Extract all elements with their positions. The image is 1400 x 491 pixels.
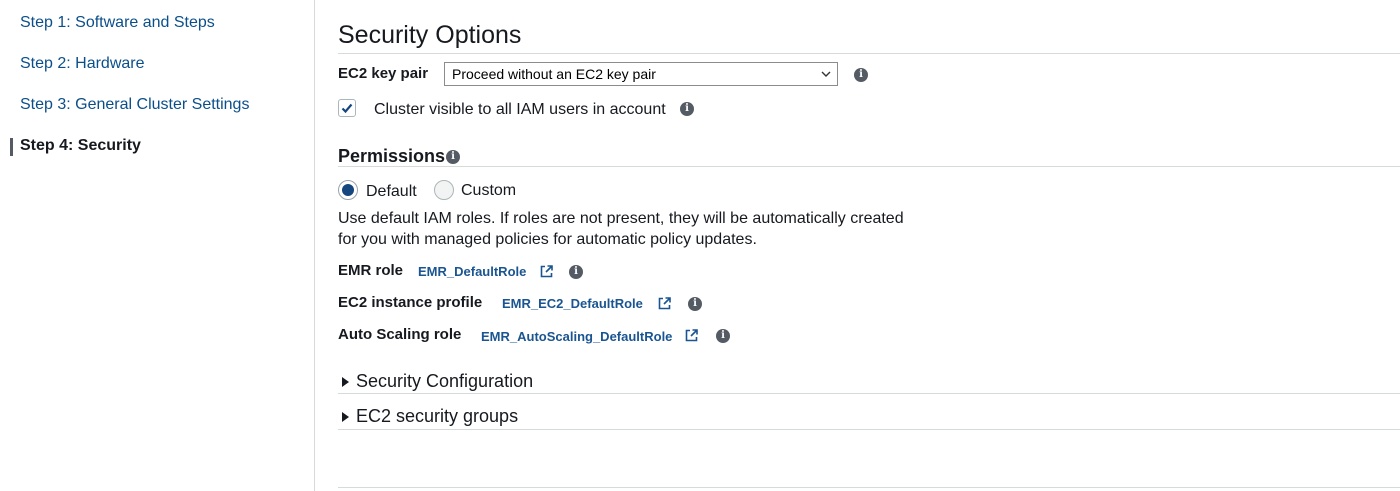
auto-scaling-role-label: Auto Scaling role	[338, 326, 462, 343]
permissions-custom-label[interactable]: Custom	[461, 182, 516, 200]
info-icon[interactable]: i	[569, 265, 583, 279]
external-link-icon[interactable]	[539, 264, 554, 279]
ec2-instance-profile-label: EC2 instance profile	[338, 294, 483, 311]
sidebar-step-software-and-steps[interactable]: Step 1: Software and Steps	[20, 14, 215, 32]
divider	[338, 166, 1400, 167]
security-configuration-expander[interactable]: Security Configuration	[338, 371, 738, 395]
emr-role-link[interactable]: EMR_DefaultRole	[418, 264, 526, 279]
divider	[338, 53, 1400, 54]
permissions-default-radio[interactable]	[338, 180, 358, 200]
info-icon[interactable]: i	[688, 297, 702, 311]
info-icon[interactable]: i	[854, 68, 868, 82]
permissions-description-line-2: for you with managed policies for automa…	[338, 231, 757, 248]
info-icon[interactable]: i	[446, 150, 460, 164]
caret-right-icon	[342, 412, 349, 422]
cluster-visibility-checkbox[interactable]	[338, 99, 356, 117]
permissions-default-label[interactable]: Default	[366, 183, 417, 201]
checkmark-icon	[341, 103, 353, 114]
sidebar-step-security[interactable]: Step 4: Security	[20, 137, 141, 155]
active-step-indicator	[10, 138, 13, 156]
ec2-key-pair-value: Proceed without an EC2 key pair	[452, 66, 656, 82]
footer-divider	[338, 487, 1400, 488]
sidebar-step-hardware[interactable]: Step 2: Hardware	[20, 55, 145, 73]
sidebar-step-general-cluster-settings[interactable]: Step 3: General Cluster Settings	[20, 96, 249, 114]
info-icon[interactable]: i	[680, 102, 694, 116]
ec2-key-pair-label: EC2 key pair	[338, 65, 429, 82]
wizard-sidebar: Step 1: Software and Steps Step 2: Hardw…	[0, 0, 315, 491]
permissions-description: Use default IAM roles. If roles are not …	[338, 208, 938, 250]
security-configuration-label: Security Configuration	[356, 371, 534, 391]
divider	[338, 429, 1400, 430]
page-title: Security Options	[338, 21, 522, 49]
permissions-heading: Permissions	[338, 146, 446, 166]
ec2-instance-profile-link[interactable]: EMR_EC2_DefaultRole	[502, 296, 643, 311]
external-link-icon[interactable]	[657, 296, 672, 311]
emr-role-label: EMR role	[338, 262, 404, 279]
cluster-visibility-label: Cluster visible to all IAM users in acco…	[374, 101, 666, 118]
chevron-down-icon	[821, 71, 831, 77]
auto-scaling-role-link[interactable]: EMR_AutoScaling_DefaultRole	[481, 329, 672, 344]
caret-right-icon	[342, 377, 349, 387]
permissions-custom-radio[interactable]	[434, 180, 454, 200]
ec2-key-pair-select[interactable]: Proceed without an EC2 key pair	[444, 62, 838, 86]
permissions-description-line-1: Use default IAM roles. If roles are not …	[338, 210, 904, 227]
divider	[338, 393, 1400, 394]
info-icon[interactable]: i	[716, 329, 730, 343]
security-panel: Security Options EC2 key pair Proceed wi…	[338, 0, 1400, 491]
ec2-security-groups-expander[interactable]: EC2 security groups	[338, 406, 738, 430]
ec2-security-groups-label: EC2 security groups	[356, 406, 519, 426]
external-link-icon[interactable]	[684, 328, 699, 343]
